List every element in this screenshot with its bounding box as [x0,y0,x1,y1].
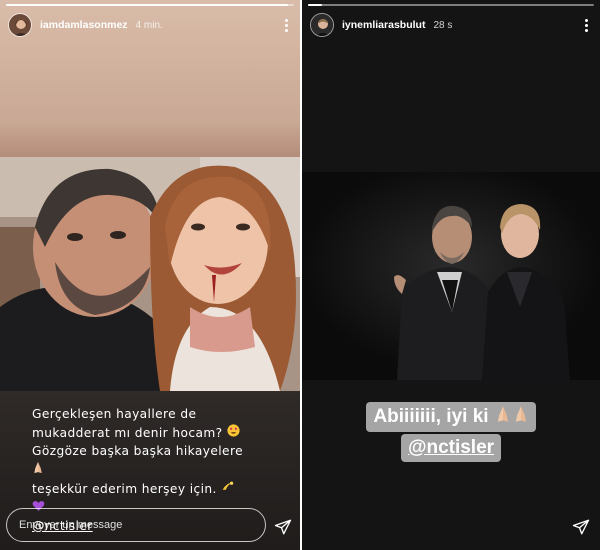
dizzy-emoji [221,480,234,499]
story-sticker: Abiiiiiii, iyi ki @nctisler [302,402,600,462]
caption-line-5-text: teşekkür ederim herşey için. [32,481,217,496]
story-time: 4 min. [135,19,163,31]
story-time: 28 s [433,19,453,31]
story-progress-bar [6,4,294,6]
folded-hands-emoji [513,405,529,429]
more-vertical-icon[interactable] [280,16,292,34]
caption-line-2-text: mukadderat mı denir hocam? [32,425,223,440]
send-icon[interactable] [274,518,292,536]
story-photo-selfie [0,157,300,391]
sticker-mention[interactable]: @nctisler [408,437,494,459]
story-username[interactable]: iamdamlasonmez [40,19,128,31]
story-progress-bar [308,4,594,6]
story-header: iamdamlasonmez 4 min. [8,12,292,38]
story-progress-fill [6,4,289,6]
message-input[interactable] [19,519,265,531]
more-vertical-icon[interactable] [580,16,592,34]
story-header: iynemliarasbulut 28 s [310,12,592,38]
send-icon[interactable] [572,518,590,536]
message-bar[interactable] [6,508,266,542]
story-left[interactable]: iamdamlasonmez 4 min. Gerçekleşen hayall… [0,0,300,550]
folded-hands-emoji [32,461,44,480]
caption-line-5: teşekkür ederim herşey için. [32,480,282,499]
caption-line-4 [32,461,282,480]
caption-line-3: Gözgöze başka başka hikayelere [32,444,243,459]
story-progress-fill [308,4,323,6]
caption-line-2: mukadderat mı denir hocam? [32,424,282,443]
story-right[interactable]: iynemliarasbulut 28 s Abiiiiiii, iyi ki [302,0,600,550]
story-username[interactable]: iynemliarasbulut [342,19,425,31]
sticker-line-2[interactable]: @nctisler [400,434,502,462]
caption-line-1: Gerçekleşen hayallere de [32,407,197,421]
story-photo-portrait [302,172,600,380]
sticker-line-1: Abiiiiiii, iyi ki [366,402,536,432]
sticker-text: Abiiiiiii, iyi ki [373,406,489,427]
avatar[interactable] [310,13,334,37]
heart-eyes-emoji [227,424,240,443]
avatar[interactable] [8,13,32,37]
folded-hands-emoji [495,405,511,429]
